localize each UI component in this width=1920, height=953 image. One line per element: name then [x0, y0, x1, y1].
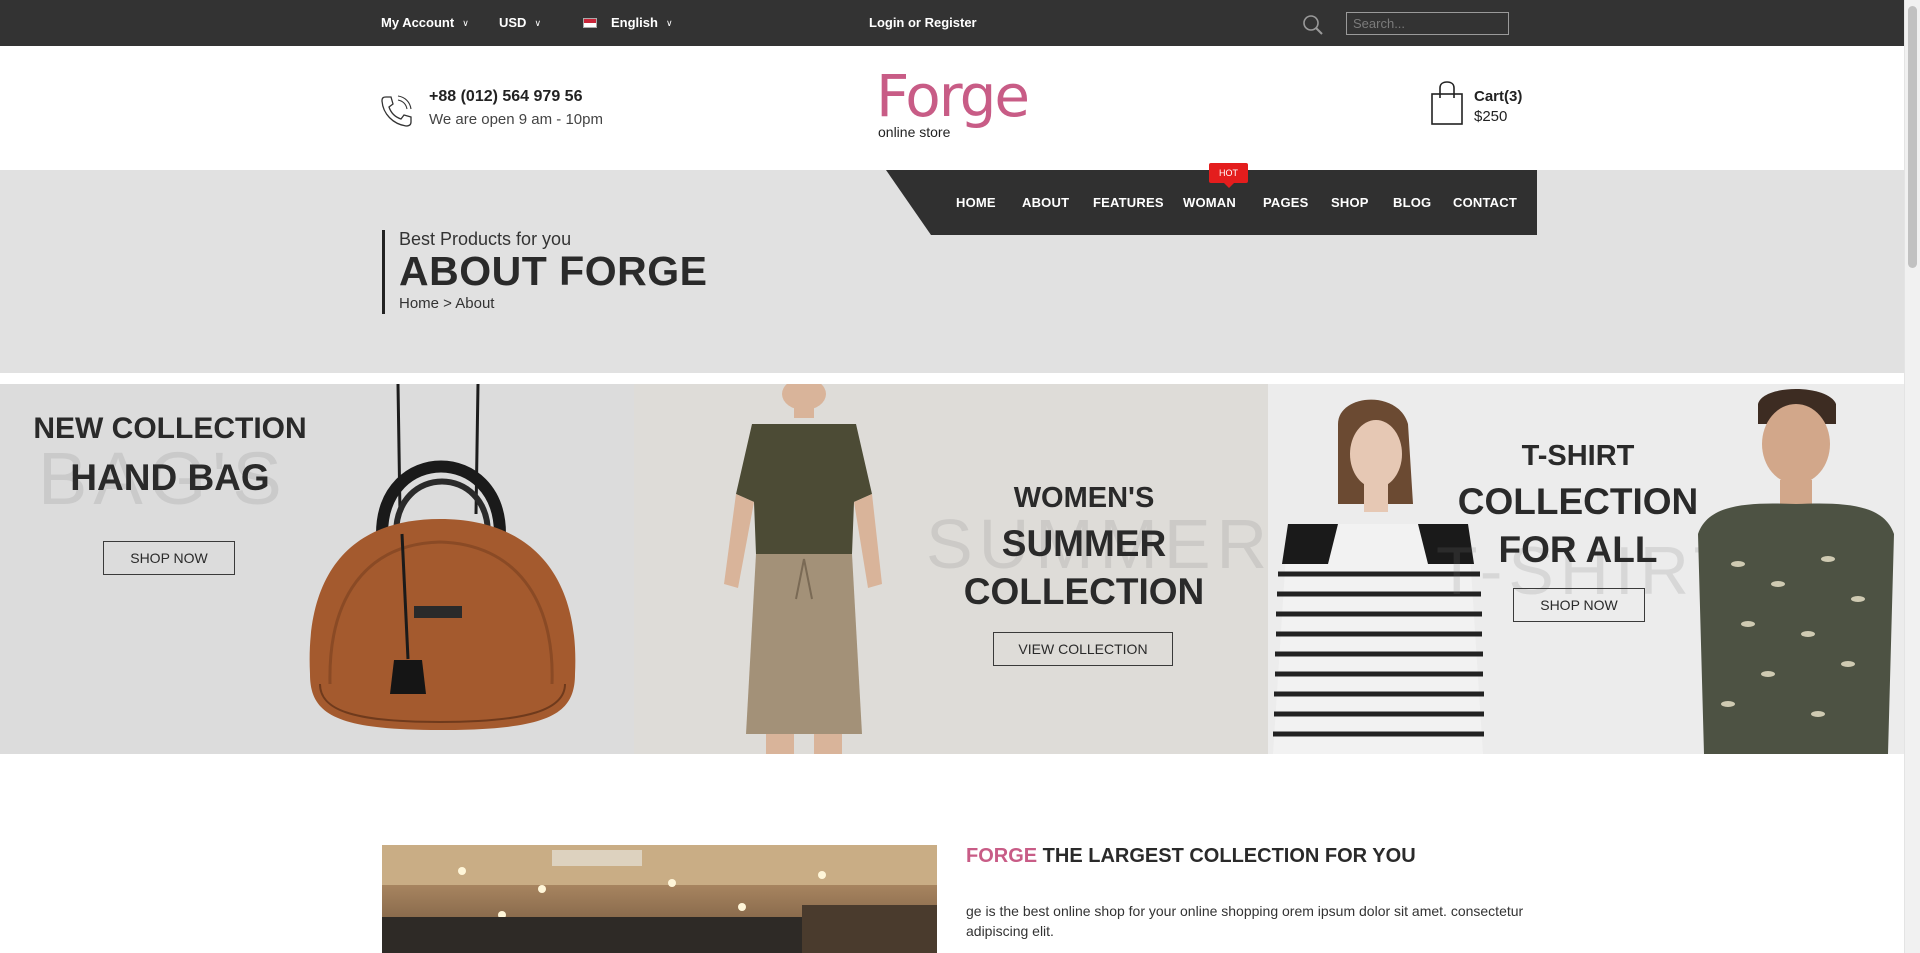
shop-now-button[interactable]: SHOP NOW: [103, 541, 235, 575]
promo-strip: BAG'S NEW COLLECTION HAND BAG SHOP NOW S…: [0, 384, 1904, 754]
model-dress-image: [724, 384, 882, 754]
promo-title-line1: T-SHIRT: [1521, 440, 1635, 472]
about-heading-brand: FORGE: [966, 845, 1038, 867]
opening-hours: We are open 9 am - 10pm: [429, 111, 603, 128]
store-interior-graphic: [382, 845, 937, 953]
promo-handbag[interactable]: BAG'S NEW COLLECTION HAND BAG SHOP NOW: [0, 384, 634, 754]
promo-title-line3: FOR ALL: [1498, 529, 1658, 570]
view-collection-button[interactable]: VIEW COLLECTION: [993, 632, 1173, 666]
logo-wordmark: Forge: [876, 62, 1030, 130]
page-subtitle: Best Products for you: [399, 229, 572, 249]
chevron-down-icon: ∨: [534, 18, 542, 28]
nav-features[interactable]: FEATURES: [1093, 170, 1164, 235]
page-title: ABOUT FORGE: [399, 248, 708, 294]
promo-title-line2: SUMMER: [1001, 523, 1167, 564]
promo-title-line1: WOMEN'S: [1013, 482, 1155, 514]
language-dropdown[interactable]: English ∨: [583, 0, 673, 46]
search-icon[interactable]: [1302, 14, 1324, 36]
nav-pages[interactable]: PAGES: [1263, 170, 1309, 235]
store-interior-image: [382, 845, 937, 953]
promo-tshirt[interactable]: T-SHIRT T-SHIRT COLLECTION FOR ALL SHOP …: [1268, 384, 1904, 754]
page-banner: HOME ABOUT FEATURES WOMAN PAGES SHOP BLO…: [0, 170, 1904, 373]
shop-now-button[interactable]: SHOP NOW: [1513, 588, 1645, 622]
nav-home[interactable]: HOME: [956, 170, 996, 235]
language-label: English: [611, 15, 658, 30]
phone-number: +88 (012) 564 979 56: [429, 88, 583, 105]
about-heading: FORGE THE LARGEST COLLECTION FOR YOU: [966, 845, 1416, 868]
page-scrollbar[interactable]: [1904, 0, 1920, 953]
promo-womens-summer[interactable]: SUMMER WOMEN'S SUMMER COLLECTION VIEW CO…: [634, 384, 1268, 754]
cart-count[interactable]: Cart(3): [1474, 88, 1522, 105]
scrollbar-thumb[interactable]: [1908, 6, 1917, 268]
logo-tagline: online store: [878, 124, 951, 140]
site-header: +88 (012) 564 979 56 We are open 9 am - …: [0, 46, 1904, 170]
flag-icon: [583, 18, 597, 28]
hot-badge: HOT: [1209, 163, 1248, 188]
promo-title-line3: COLLECTION: [963, 571, 1205, 612]
currency-dropdown[interactable]: USD ∨: [499, 0, 541, 46]
nav-contact[interactable]: CONTACT: [1453, 170, 1517, 235]
nav-blog[interactable]: BLOG: [1393, 170, 1431, 235]
top-bar: My Account ∨ USD ∨ English ∨ Login or Regis…: [0, 0, 1904, 46]
cart-total: $250: [1474, 108, 1508, 125]
currency-label: USD: [499, 15, 527, 30]
promo-title-line2: COLLECTION: [1457, 481, 1699, 522]
login-register-link[interactable]: Login or Register: [869, 0, 977, 46]
chevron-down-icon: ∨: [665, 18, 673, 28]
nav-shop[interactable]: SHOP: [1331, 170, 1369, 235]
about-heading-rest: THE LARGEST COLLECTION FOR YOU: [1037, 845, 1416, 867]
my-account-dropdown[interactable]: My Account ∨: [381, 0, 469, 46]
site-logo[interactable]: Forge online store: [876, 62, 1030, 142]
model-tshirt-image: [1698, 389, 1894, 754]
shopping-bag-icon[interactable]: [1430, 80, 1464, 126]
chevron-down-icon: ∨: [462, 18, 469, 28]
handbag-image: [309, 384, 576, 730]
phone-icon: [381, 95, 412, 127]
promo-title-line1: NEW COLLECTION: [33, 412, 307, 445]
breadcrumb[interactable]: Home > About: [399, 295, 494, 312]
title-accent-bar: [382, 230, 385, 314]
my-account-label: My Account: [381, 15, 455, 30]
about-paragraph: ge is the best online shop for your onli…: [966, 903, 1524, 939]
promo-title-line2: HAND BAG: [70, 457, 270, 498]
search-input[interactable]: [1346, 12, 1509, 35]
nav-about[interactable]: ABOUT: [1022, 170, 1069, 235]
